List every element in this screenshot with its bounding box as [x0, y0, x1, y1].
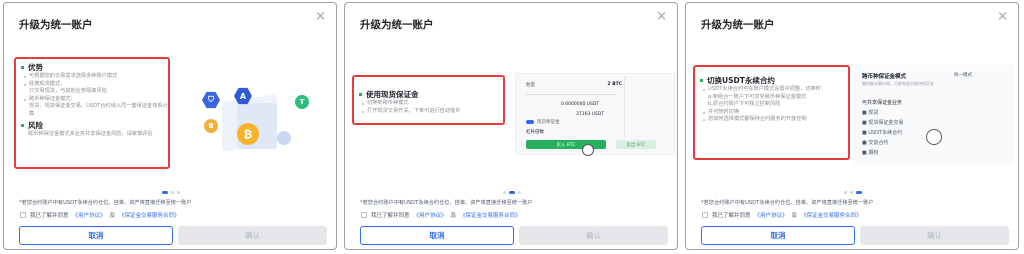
agree-text: 我已了解并同意: [371, 213, 410, 219]
mock-value: 2 BTC: [607, 82, 623, 87]
margin-contract-link[interactable]: 《保证金交易服务合同》: [119, 211, 180, 219]
shield-coin-icon: ⛉: [202, 91, 220, 109]
dialog-title: 升级为统一账户: [701, 19, 775, 31]
dialog-title: 升级为统一账户: [19, 19, 93, 31]
user-agreement-link[interactable]: 《用户协议》: [414, 211, 447, 219]
carousel-dots[interactable]: [162, 191, 180, 194]
close-icon[interactable]: ×: [656, 10, 667, 23]
confirm-button[interactable]: 确认: [519, 226, 668, 245]
coin-icon: B: [204, 119, 218, 133]
cursor-hand-icon: [926, 129, 942, 145]
and-text: 及: [109, 213, 116, 219]
list-item: 切换到跨币种模式: [359, 100, 505, 108]
close-icon[interactable]: ×: [315, 10, 326, 23]
migration-note: *若您合约账户中有USDT永续合约仓位、挂单、资产将直接迁移至统一账户: [19, 200, 192, 206]
confirm-button[interactable]: 确认: [860, 226, 1009, 245]
close-icon[interactable]: ×: [997, 10, 1008, 23]
mock-label: 杠杆倍数: [526, 130, 544, 135]
section-heading: 使用现货保证金: [359, 90, 505, 100]
agree-checkbox[interactable]: [20, 212, 26, 218]
bitcoin-coin-icon: ₿: [237, 123, 259, 145]
migration-note: *若您合约账户中有USDT永续合约仓位、挂单、资产将直接迁移至统一账户: [701, 200, 874, 206]
list-item: 经典现货模式：: [21, 81, 171, 89]
mock-option: ■ USDT永续合约: [862, 130, 903, 136]
list-item: 打开现货交易开关，下单可进行自动借币: [359, 108, 505, 116]
coin-icon: T: [295, 95, 309, 109]
mock-sell-button: 卖出 BTC: [616, 140, 656, 149]
list-subitem: 现货、现货保证金交易、USDT合约纳入同一套保证金体系计算: [29, 103, 168, 117]
agree-text: 我已了解并同意: [712, 213, 751, 219]
and-text: 及: [791, 213, 798, 219]
list-item: 并可随时切换: [700, 109, 850, 117]
agreement-row: 我已了解并同意 《用户协议》 及 《保证金交易服务合同》: [361, 211, 521, 219]
margin-contract-link[interactable]: 《保证金交易服务合同》: [460, 211, 521, 219]
mock-option: ■ 现货保证金交易: [862, 120, 904, 126]
mock-section: 可共享保证金业务: [862, 100, 903, 106]
agree-checkbox[interactable]: [361, 212, 367, 218]
risk-text: 跨币种保证金模式多业务共享保证金风险，请审慎评估: [28, 131, 153, 137]
mock-buy-button: 买入 BTC: [526, 140, 606, 149]
mock-option: ■ 现货: [862, 110, 879, 116]
list-item: USDT永续合约可在账户模式设置中调整，切换时：: [700, 86, 850, 94]
account-mode-mock: 跨币种保证金模式 最初能计算价格，可能有部分维持保证金 统一模式 可共享保证金业…: [854, 65, 1014, 165]
list-subitem: a.新组合一账户下可享受跨币种保证金模式: [708, 93, 807, 100]
trade-form-mock: 数量 2 BTC 0.0000000 USDT 37163 USDT 现货保证金…: [515, 73, 675, 156]
section-heading-advantages: 优势: [21, 63, 171, 73]
mock-value: 37163 USDT: [576, 112, 605, 117]
cancel-button[interactable]: 取消: [19, 226, 173, 245]
illustration: ⛉ A T B ₿: [182, 73, 332, 183]
cancel-button[interactable]: 取消: [360, 226, 514, 245]
list-subitem: b.原合约账户下可独立控制风险: [708, 101, 781, 107]
mock-option: ■ 交割合约: [862, 140, 889, 146]
agreement-row: 我已了解并同意 《用户协议》 及 《保证金交易服务合同》: [20, 211, 180, 219]
mock-subtitle: 最初能计算价格，可能有部分维持保证金: [862, 81, 934, 86]
mock-value: 0.0000000 USDT: [561, 102, 600, 107]
user-agreement-link[interactable]: 《用户协议》: [73, 211, 106, 219]
upgrade-dialog-step-1: 升级为统一账户 × 优势 可根据您的交易需求选择多种账户模式 经典现货模式： 只…: [3, 2, 337, 250]
list-subitem: 只交易现货，与其他业务隔离风险: [29, 88, 107, 94]
upgrade-dialog-step-2: 升级为统一账户 × 使用现货保证金 切换到跨币种模式 打开现货交易开关，下单可进…: [344, 2, 678, 250]
agreement-row: 我已了解并同意 《用户协议》 及 《保证金交易服务合同》: [702, 211, 862, 219]
migration-note: *若您合约账户中有USDT永续合约仓位、挂单、资产将直接迁移至统一账户: [360, 200, 533, 206]
mock-option: ■ 期权: [862, 150, 879, 156]
upgrade-dialog-step-3: 升级为统一账户 × 切换USDT永续合约 USDT永续合约可在账户模式设置中调整…: [685, 2, 1019, 250]
section-heading: 切换USDT永续合约: [700, 76, 850, 86]
mock-label: 现货保证金: [537, 120, 560, 125]
agree-checkbox[interactable]: [702, 212, 708, 218]
mock-label: 数量: [526, 83, 535, 88]
mock-title: 跨币种保证金模式: [862, 74, 907, 80]
carousel-dots[interactable]: [844, 191, 862, 194]
confirm-button[interactable]: 确认: [178, 226, 327, 245]
dialog-title: 升级为统一账户: [360, 19, 434, 31]
agree-text: 我已了解并同意: [30, 213, 69, 219]
carousel-dots[interactable]: [503, 191, 521, 194]
section-heading-risk: 风险: [21, 121, 171, 131]
list-item: 您如何选择模式都保持合约服务的开放控制: [700, 116, 850, 124]
margin-toggle: [526, 120, 534, 124]
and-text: 及: [450, 213, 457, 219]
mock-side-label: 统一模式: [954, 73, 972, 78]
cancel-button[interactable]: 取消: [701, 226, 855, 245]
user-agreement-link[interactable]: 《用户协议》: [755, 211, 788, 219]
list-item: 可根据您的交易需求选择多种账户模式: [21, 73, 171, 81]
margin-contract-link[interactable]: 《保证金交易服务合同》: [801, 211, 862, 219]
list-item: 跨币种保证金模式：: [21, 96, 171, 104]
cursor-hand-icon: [582, 144, 594, 156]
